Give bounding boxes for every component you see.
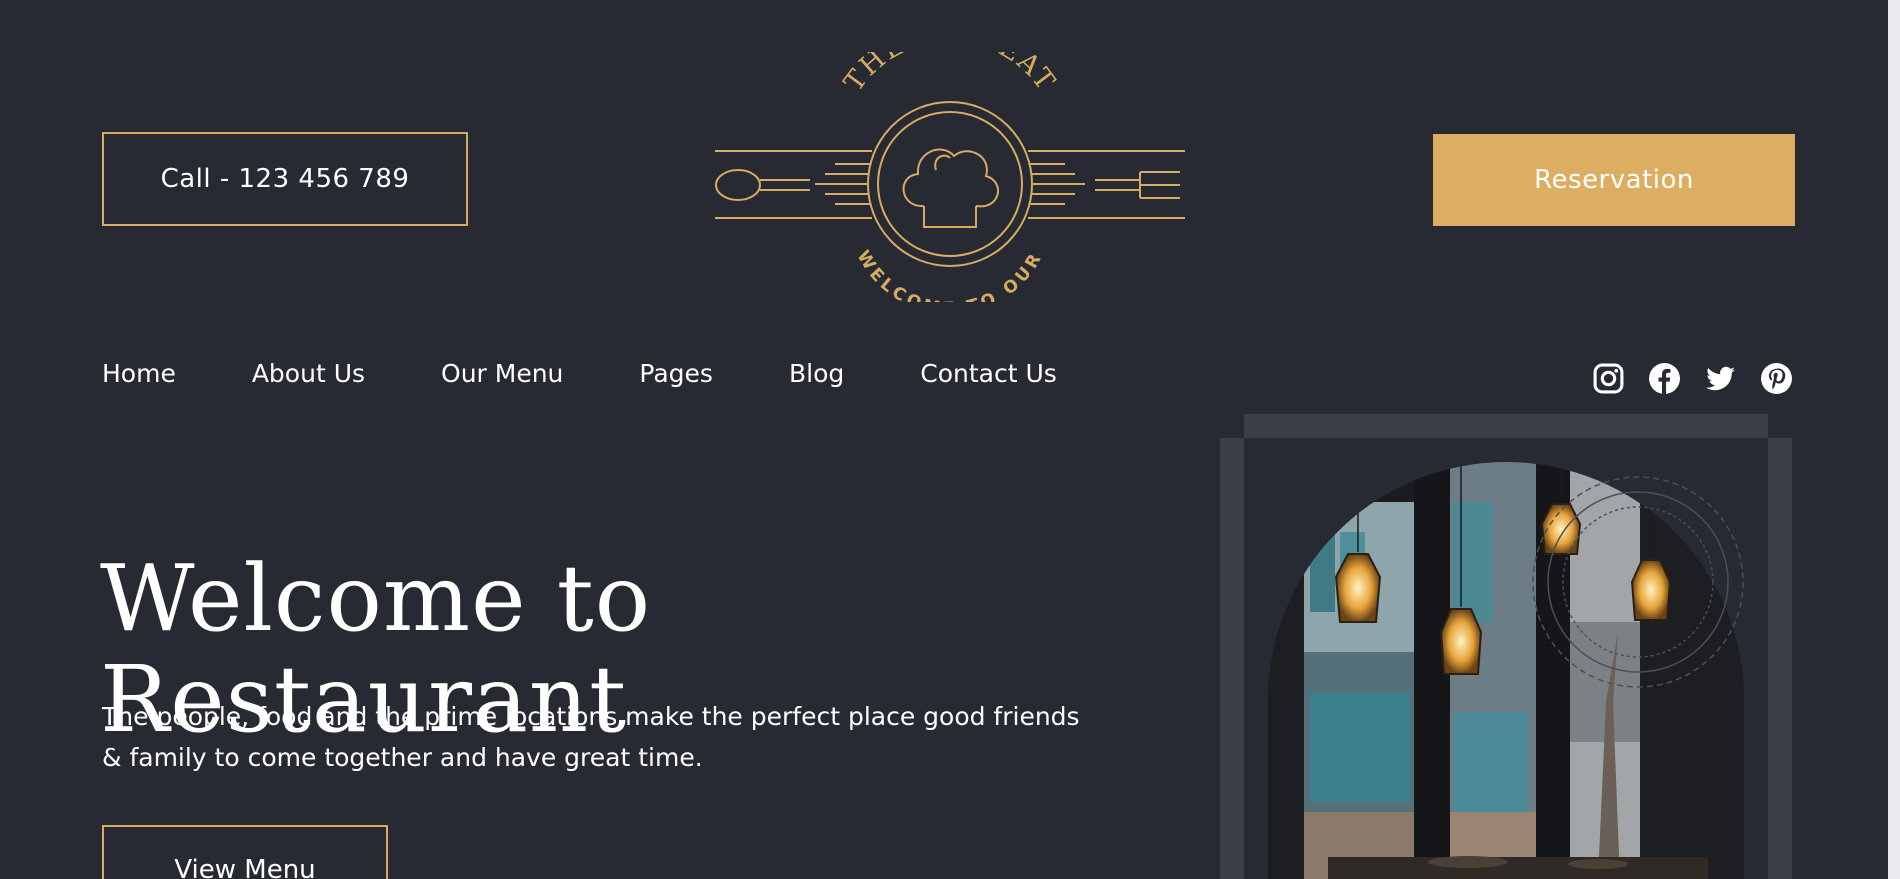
nav-item-blog[interactable]: Blog [789,359,844,388]
facebook-icon[interactable] [1648,362,1681,395]
nav-item-our-menu[interactable]: Our Menu [441,359,563,388]
call-button-label: Call - 123 456 789 [160,164,410,194]
image-frame-top [1244,414,1768,438]
instagram-icon[interactable] [1592,362,1625,395]
image-frame-left [1220,438,1244,879]
nav-item-contact-us[interactable]: Contact Us [920,359,1057,388]
pinterest-icon[interactable] [1760,362,1793,395]
nav-item-pages[interactable]: Pages [639,359,713,388]
main-nav: Home About Us Our Menu Pages Blog Contac… [102,359,1133,388]
reservation-button-label: Reservation [1534,165,1694,195]
svg-text:THE TASTEAT: THE TASTEAT [838,52,1061,97]
hero-description: The people, food and the prime locations… [102,702,1080,772]
nav-item-about-us[interactable]: About Us [252,359,365,388]
social-links [1592,362,1793,395]
image-frame-right [1768,438,1792,879]
restaurant-interior-image [1268,462,1744,879]
nav-item-home[interactable]: Home [102,359,176,388]
restaurant-logo[interactable]: THE TASTEAT WELCOME TO OUR [710,52,1190,302]
twitter-icon[interactable] [1704,362,1737,395]
call-button[interactable]: Call - 123 456 789 [102,132,468,226]
reservation-button[interactable]: Reservation [1433,134,1795,226]
page: Call - 123 456 789 TH AT WELC O OUR Rese… [0,0,1888,879]
view-menu-button[interactable]: View Menu [102,825,388,879]
view-menu-button-label: View Menu [174,855,316,879]
